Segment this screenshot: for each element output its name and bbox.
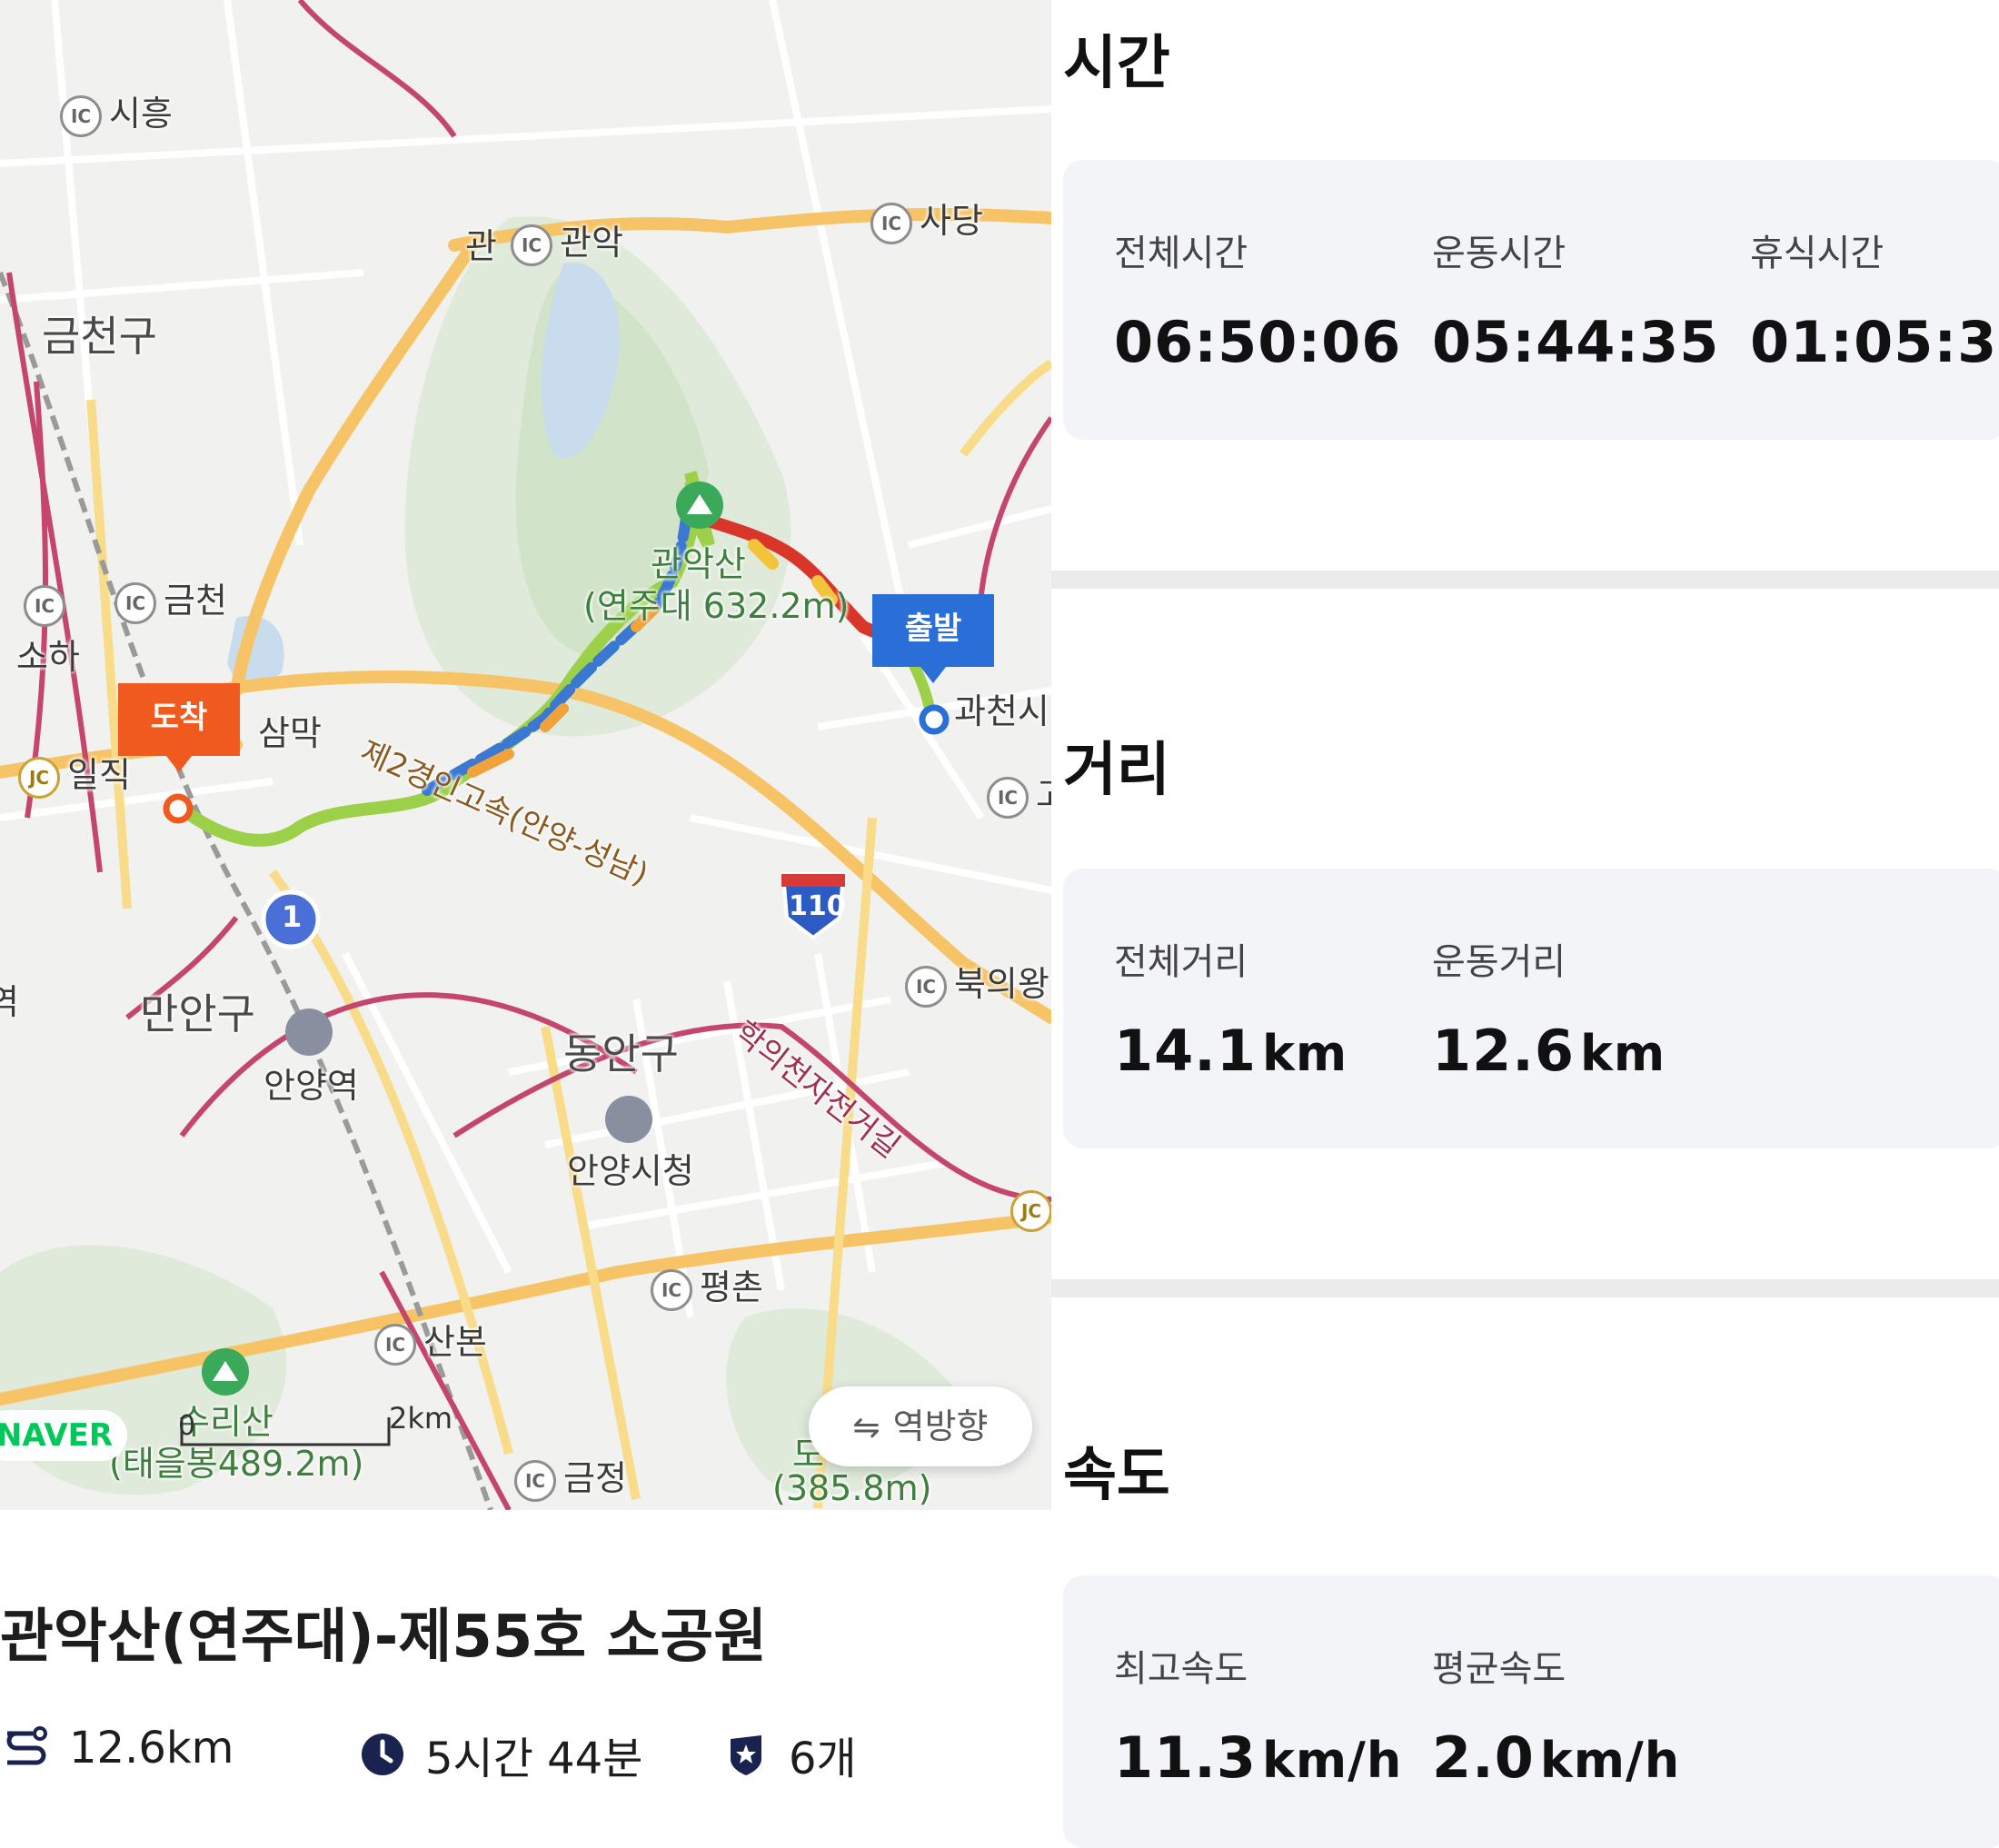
moving-time-label: 운동시간: [1432, 233, 1566, 274]
map-label-yeok: 역: [0, 982, 19, 1022]
swap-arrows-icon: ⇋: [852, 1409, 880, 1446]
map-label-mountain-peak: (385.8m): [772, 1468, 932, 1508]
clock-icon: [362, 1734, 403, 1775]
route-badges: 6개: [723, 1723, 857, 1786]
map-label-gwanak-left: 관: [465, 226, 497, 266]
map-label-samak: 삼막: [258, 713, 322, 753]
total-distance: 전체거리 14.1 km: [1114, 932, 1348, 1084]
route-distance: 12.6km: [4, 1723, 234, 1773]
ic-icon: IC: [60, 94, 102, 137]
rest-time-value: 01:05:31: [1750, 309, 1999, 375]
map-label-geumcheon-gu: 금천구: [42, 312, 157, 361]
ic-icon: IC: [514, 1459, 556, 1502]
ic-icon: IC: [114, 581, 156, 624]
avg-speed: 평균속도 2.0 km/h: [1432, 1639, 1680, 1791]
route-shield-110: 110: [789, 890, 846, 922]
map-label-ic-go: IC고: [987, 767, 1051, 819]
scale-bar-icon: [180, 1417, 391, 1446]
max-speed-value: 11.3 km/h: [1114, 1724, 1403, 1791]
ic-icon: IC: [374, 1323, 416, 1366]
map-label-bukuiwang: IC 북의왕: [905, 956, 1049, 1008]
ic-icon: IC: [987, 776, 1029, 819]
map-label-sanbon: IC 산본: [374, 1314, 487, 1366]
map-label-gwanaksan-peak: (연주대 632.2m): [583, 586, 850, 626]
max-speed-label: 최고속도: [1114, 1648, 1248, 1690]
section-divider: [1051, 571, 1999, 589]
map-label-ic-soha: IC: [24, 583, 73, 627]
rest-time-label: 휴식시간: [1750, 233, 1885, 274]
avg-speed-value: 2.0 km/h: [1432, 1724, 1681, 1791]
total-time: 전체시간 06:50:06: [1114, 224, 1401, 375]
map-label-anyang-station: 안양역: [264, 1066, 359, 1106]
moving-time: 운동시간 05:44:35: [1432, 224, 1719, 375]
map-label-gwacheon: 과천시: [954, 691, 1049, 731]
time-section-title: 시간: [1063, 30, 1170, 97]
map-label-manan-gu: 만안구: [140, 989, 255, 1038]
map-label-anyang-cityhall: 안양시청: [567, 1151, 694, 1191]
route-duration: 5시간 44분: [360, 1723, 642, 1786]
scale-label: 2km: [389, 1401, 453, 1436]
route-duration-value: 5시간 44분: [425, 1734, 643, 1784]
end-badge-pointer: [166, 756, 192, 772]
end-badge: 도착: [118, 683, 240, 756]
rest-time: 휴식시간 01:05:31: [1750, 224, 1999, 375]
scale-zero: 0: [178, 1410, 196, 1442]
total-time-label: 전체시간: [1114, 233, 1248, 274]
total-time-value: 06:50:06: [1114, 309, 1402, 375]
route-badges-value: 6개: [789, 1734, 857, 1784]
reverse-direction-label: 역방향: [892, 1406, 989, 1446]
route-map[interactable]: 1 110 IC 시흥 관 IC 관악 IC 사당 금천구 IC 금천 IC 소하 삼막…: [0, 0, 1051, 1510]
avg-speed-label: 평균속도: [1432, 1648, 1566, 1690]
map-label-sadang: IC 사당: [870, 193, 983, 244]
map-label-siheung: IC 시흥: [60, 85, 173, 137]
max-speed: 최고속도 11.3 km/h: [1114, 1639, 1402, 1791]
ic-icon: IC: [870, 202, 912, 244]
jc-icon: JC: [18, 756, 60, 799]
ic-icon: IC: [511, 224, 552, 266]
moving-time-value: 05:44:35: [1432, 309, 1720, 375]
moving-distance-value: 12.6 km: [1432, 1018, 1666, 1084]
section-divider: [1051, 1279, 1999, 1297]
map-label-geumcheon: IC 금천: [114, 572, 227, 624]
naver-logo: NAVER: [0, 1410, 127, 1461]
total-distance-value: 14.1 km: [1114, 1018, 1348, 1084]
distance-section-title: 거리: [1063, 737, 1170, 804]
map-label-dongan-gu: 동안구: [563, 1029, 679, 1078]
map-label-pyeongchon: IC 평촌: [651, 1259, 763, 1311]
ic-icon: IC: [905, 965, 947, 1008]
map-scale: 0 2km: [178, 1401, 453, 1450]
map-label-iljik: JC 일직: [18, 747, 131, 799]
moving-distance-label: 운동거리: [1432, 941, 1566, 983]
ic-icon: IC: [24, 584, 65, 627]
route-icon: [6, 1726, 47, 1765]
reverse-direction-button[interactable]: ⇋ 역방향: [809, 1386, 1032, 1466]
route-shield-1: 1: [282, 899, 303, 934]
route-distance-value: 12.6km: [69, 1723, 234, 1773]
total-distance-label: 전체거리: [1114, 941, 1248, 983]
time-card: 전체시간 06:50:06 운동시간 05:44:35 휴식시간 01:05:3…: [1063, 160, 1999, 440]
route-title: 관악산(연주대)-제55호 소공원: [0, 1604, 768, 1671]
start-badge: 출발: [872, 594, 994, 667]
ic-icon: IC: [651, 1268, 692, 1311]
jc-icon: JC: [1010, 1189, 1051, 1232]
badge-shield-icon: [731, 1735, 761, 1775]
moving-distance: 운동거리 12.6 km: [1432, 932, 1666, 1084]
speed-card: 최고속도 11.3 km/h 평균속도 2.0 km/h: [1063, 1575, 1999, 1848]
map-label-gwanak: IC 관악: [511, 214, 623, 266]
map-label-geumjeong: IC 금정: [514, 1450, 627, 1502]
speed-section-title: 속도: [1063, 1442, 1170, 1509]
distance-card: 전체거리 14.1 km 운동거리 12.6 km: [1063, 869, 1999, 1148]
map-label-soha: 소하: [16, 637, 80, 677]
map-label-jc-east: JC: [1010, 1188, 1051, 1232]
start-badge-pointer: [920, 667, 946, 683]
